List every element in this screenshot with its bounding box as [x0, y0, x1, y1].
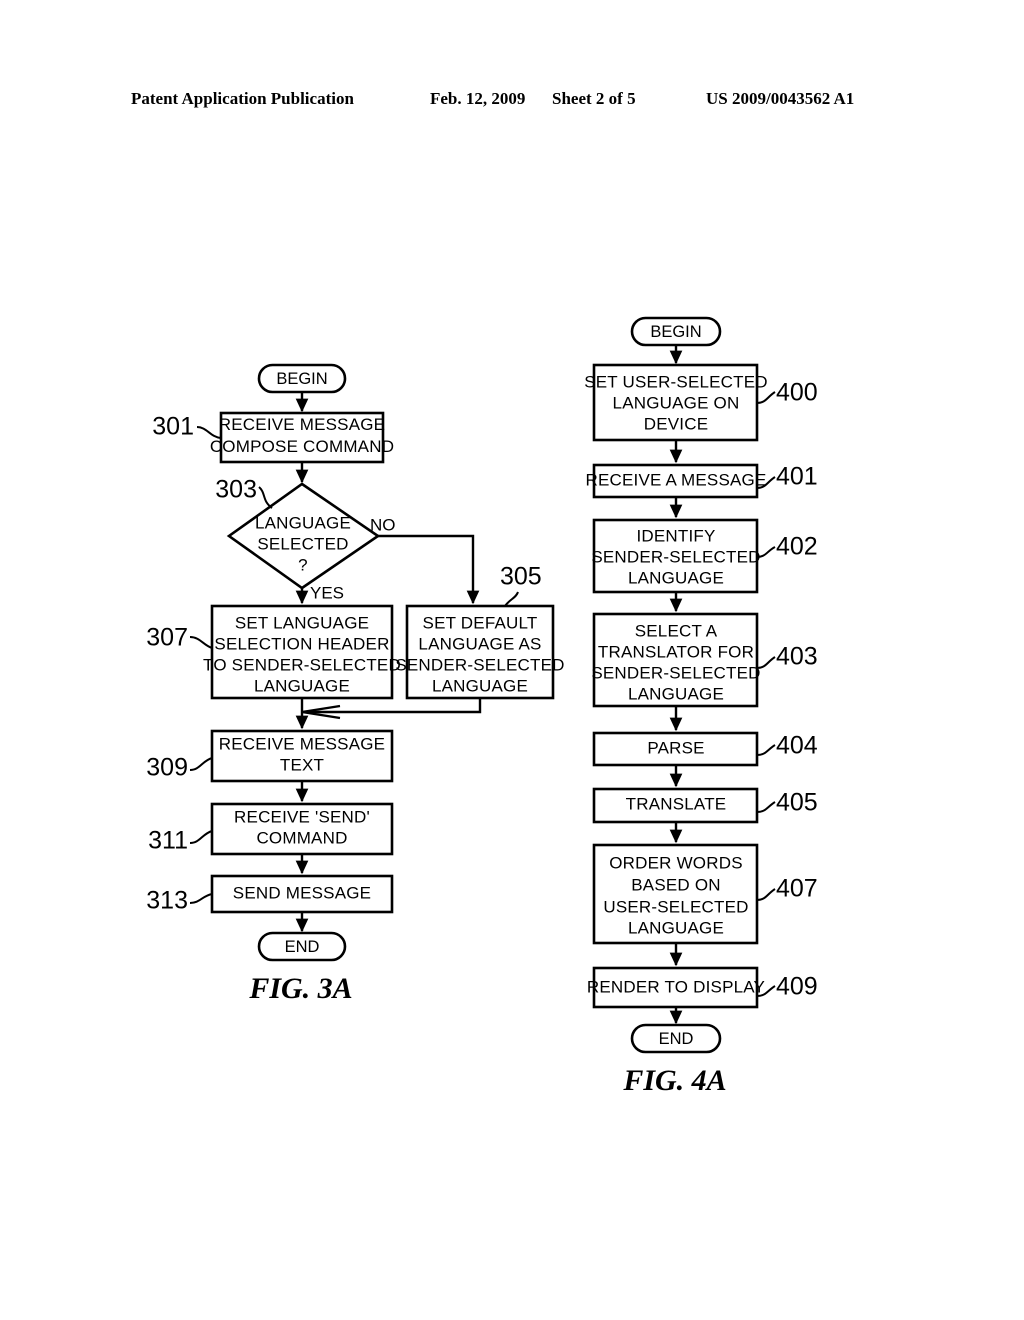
fig4a-node-405: TRANSLATE — [592, 787, 759, 824]
fig3a-node-301: RECEIVE MESSAGE COMPOSE COMMAND — [210, 411, 394, 464]
fig3a-node-311-line-0: RECEIVE 'SEND' — [234, 807, 370, 826]
fig3a-node-309: RECEIVE MESSAGE TEXT — [210, 729, 394, 783]
fig3a-node-307-line-0: SET LANGUAGE — [235, 613, 369, 632]
fig4a-node-401-line-0: RECEIVE A MESSAGE — [585, 470, 766, 489]
fig4a-ref-407: 407 — [776, 875, 818, 903]
fig4a-ref-409: 409 — [776, 973, 818, 1001]
fig3a-ref-309: 309 — [146, 754, 188, 782]
fig4a-leader-407 — [756, 888, 776, 901]
fig3a-ref-305: 305 — [500, 563, 542, 591]
fig3a-ref-313: 313 — [146, 887, 188, 915]
fig3a-node-305-line-0: SET DEFAULT — [423, 613, 538, 632]
fig3a-node-301-line-0: RECEIVE MESSAGE — [219, 415, 385, 434]
fig4a-leader-404 — [756, 744, 776, 756]
fig3a-end-terminal: END — [257, 931, 347, 962]
fig3a-begin-terminal: BEGIN — [257, 363, 347, 394]
fig3a-node-307-line-1: SELECTION HEADER — [214, 634, 389, 653]
fig3a-node-305-line-3: LANGUAGE — [432, 676, 528, 695]
fig4a-ref-405: 405 — [776, 789, 818, 817]
fig4a-node-400: SET USER-SELECTED LANGUAGE ON DEVICE — [584, 363, 768, 442]
fig4a-node-404: PARSE — [592, 731, 759, 767]
fig3a-leader-307 — [189, 636, 213, 649]
fig3a-node-305-line-2: SENDER-SELECTED — [395, 655, 564, 674]
fig3a-leader-313 — [189, 893, 213, 904]
fig3a-node-311: RECEIVE 'SEND' COMMAND — [210, 802, 394, 856]
fig3a-leader-303 — [258, 486, 273, 509]
fig3a-node-303-line-1: SELECTED — [257, 534, 348, 553]
fig4a-node-403: SELECT A TRANSLATOR FOR SENDER-SELECTED … — [591, 612, 760, 708]
fig4a-node-404-line-0: PARSE — [647, 738, 704, 757]
fig4a-begin-terminal: BEGIN — [630, 316, 722, 347]
fig3a-node-309-line-0: RECEIVE MESSAGE — [219, 734, 385, 753]
fig4a-node-407-line-0: ORDER WORDS — [609, 853, 742, 872]
fig4a-node-409: RENDER TO DISPLAY — [587, 966, 765, 1009]
fig3a-node-305-line-1: LANGUAGE AS — [418, 634, 541, 653]
fig4a-node-402-line-0: IDENTIFY — [636, 526, 715, 545]
fig4a-node-403-line-0: SELECT A — [635, 621, 718, 640]
fig3a-node-309-line-1: TEXT — [280, 755, 324, 774]
fig3a-ref-311: 311 — [148, 827, 188, 855]
fig4a-ref-404: 404 — [776, 732, 818, 760]
fig3a-leader-305 — [504, 591, 519, 607]
fig3a-node-303-line-2: ? — [298, 555, 308, 574]
fig3a-node-303-line-0: LANGUAGE — [255, 513, 351, 532]
fig4a-ref-402: 402 — [776, 533, 818, 561]
fig3a-node-307-line-3: LANGUAGE — [254, 676, 350, 695]
fig3a-leader-311 — [189, 830, 213, 844]
fig3a-leader-309 — [189, 757, 213, 771]
fig3a-ref-303: 303 — [215, 476, 257, 504]
fig4a-ref-400: 400 — [776, 379, 818, 407]
fig3a-node-307: SET LANGUAGE SELECTION HEADER TO SENDER-… — [203, 604, 401, 700]
fig3a-branch-no-label: NO — [370, 515, 396, 534]
fig4a-node-409-line-0: RENDER TO DISPLAY — [587, 977, 765, 996]
fig3a-begin-label: BEGIN — [276, 370, 327, 388]
fig3a-end-label: END — [285, 938, 320, 956]
fig3a-node-311-line-1: COMMAND — [256, 828, 347, 847]
fig4a-leader-400 — [756, 391, 776, 404]
fig3a-node-313-line-0: SEND MESSAGE — [233, 883, 371, 902]
fig4a-leader-405 — [756, 801, 776, 813]
fig4a-node-407-line-3: LANGUAGE — [628, 918, 724, 937]
fig4a-node-402: IDENTIFY SENDER-SELECTED LANGUAGE — [591, 518, 760, 594]
fig4a-ref-401: 401 — [776, 463, 818, 491]
fig3a-ref-307: 307 — [146, 624, 188, 652]
fig3a-node-301-line-1: COMPOSE COMMAND — [210, 437, 394, 456]
fig4a-node-400-line-0: SET USER-SELECTED — [584, 372, 768, 391]
fig4a-node-400-line-2: DEVICE — [644, 414, 709, 433]
figure-sheet: BEGIN RECEIVE MESSAGE COMPOSE COMMAND 30… — [0, 0, 1024, 1320]
fig4a-end-label: END — [659, 1030, 694, 1048]
fig4a-node-407-line-2: USER-SELECTED — [603, 897, 748, 916]
fig3a-connector-305-merge — [305, 698, 482, 714]
fig4a-end-terminal: END — [630, 1023, 722, 1054]
fig3a-connector-no-branch — [378, 534, 480, 605]
fig4a-node-402-line-2: LANGUAGE — [628, 568, 724, 587]
fig4a-ref-403: 403 — [776, 643, 818, 671]
fig4a-node-401: RECEIVE A MESSAGE — [585, 463, 766, 499]
fig3a-branch-yes-label: YES — [310, 583, 344, 602]
fig4a-node-405-line-0: TRANSLATE — [626, 794, 727, 813]
figure-4a: BEGIN SET USER-SELECTED LANGUAGE ON DEVI… — [584, 316, 818, 1097]
figure-3a: BEGIN RECEIVE MESSAGE COMPOSE COMMAND 30… — [146, 363, 564, 1005]
fig3a-caption: FIG. 3A — [248, 972, 352, 1005]
fig3a-node-313: SEND MESSAGE — [210, 874, 394, 914]
fig4a-node-400-line-1: LANGUAGE ON — [613, 393, 740, 412]
fig4a-node-407-line-1: BASED ON — [631, 875, 720, 894]
fig4a-node-403-line-3: LANGUAGE — [628, 684, 724, 703]
fig3a-ref-301: 301 — [152, 413, 194, 441]
fig4a-node-403-line-1: TRANSLATOR FOR — [598, 642, 754, 661]
fig4a-begin-label: BEGIN — [650, 323, 701, 341]
fig4a-node-407: ORDER WORDS BASED ON USER-SELECTED LANGU… — [592, 843, 759, 945]
fig3a-node-307-line-2: TO SENDER-SELECTED — [203, 655, 401, 674]
fig3a-node-305: SET DEFAULT LANGUAGE AS SENDER-SELECTED … — [395, 604, 564, 700]
fig4a-caption: FIG. 4A — [622, 1064, 726, 1097]
fig4a-node-403-line-2: SENDER-SELECTED — [591, 663, 760, 682]
fig4a-node-402-line-1: SENDER-SELECTED — [591, 547, 760, 566]
